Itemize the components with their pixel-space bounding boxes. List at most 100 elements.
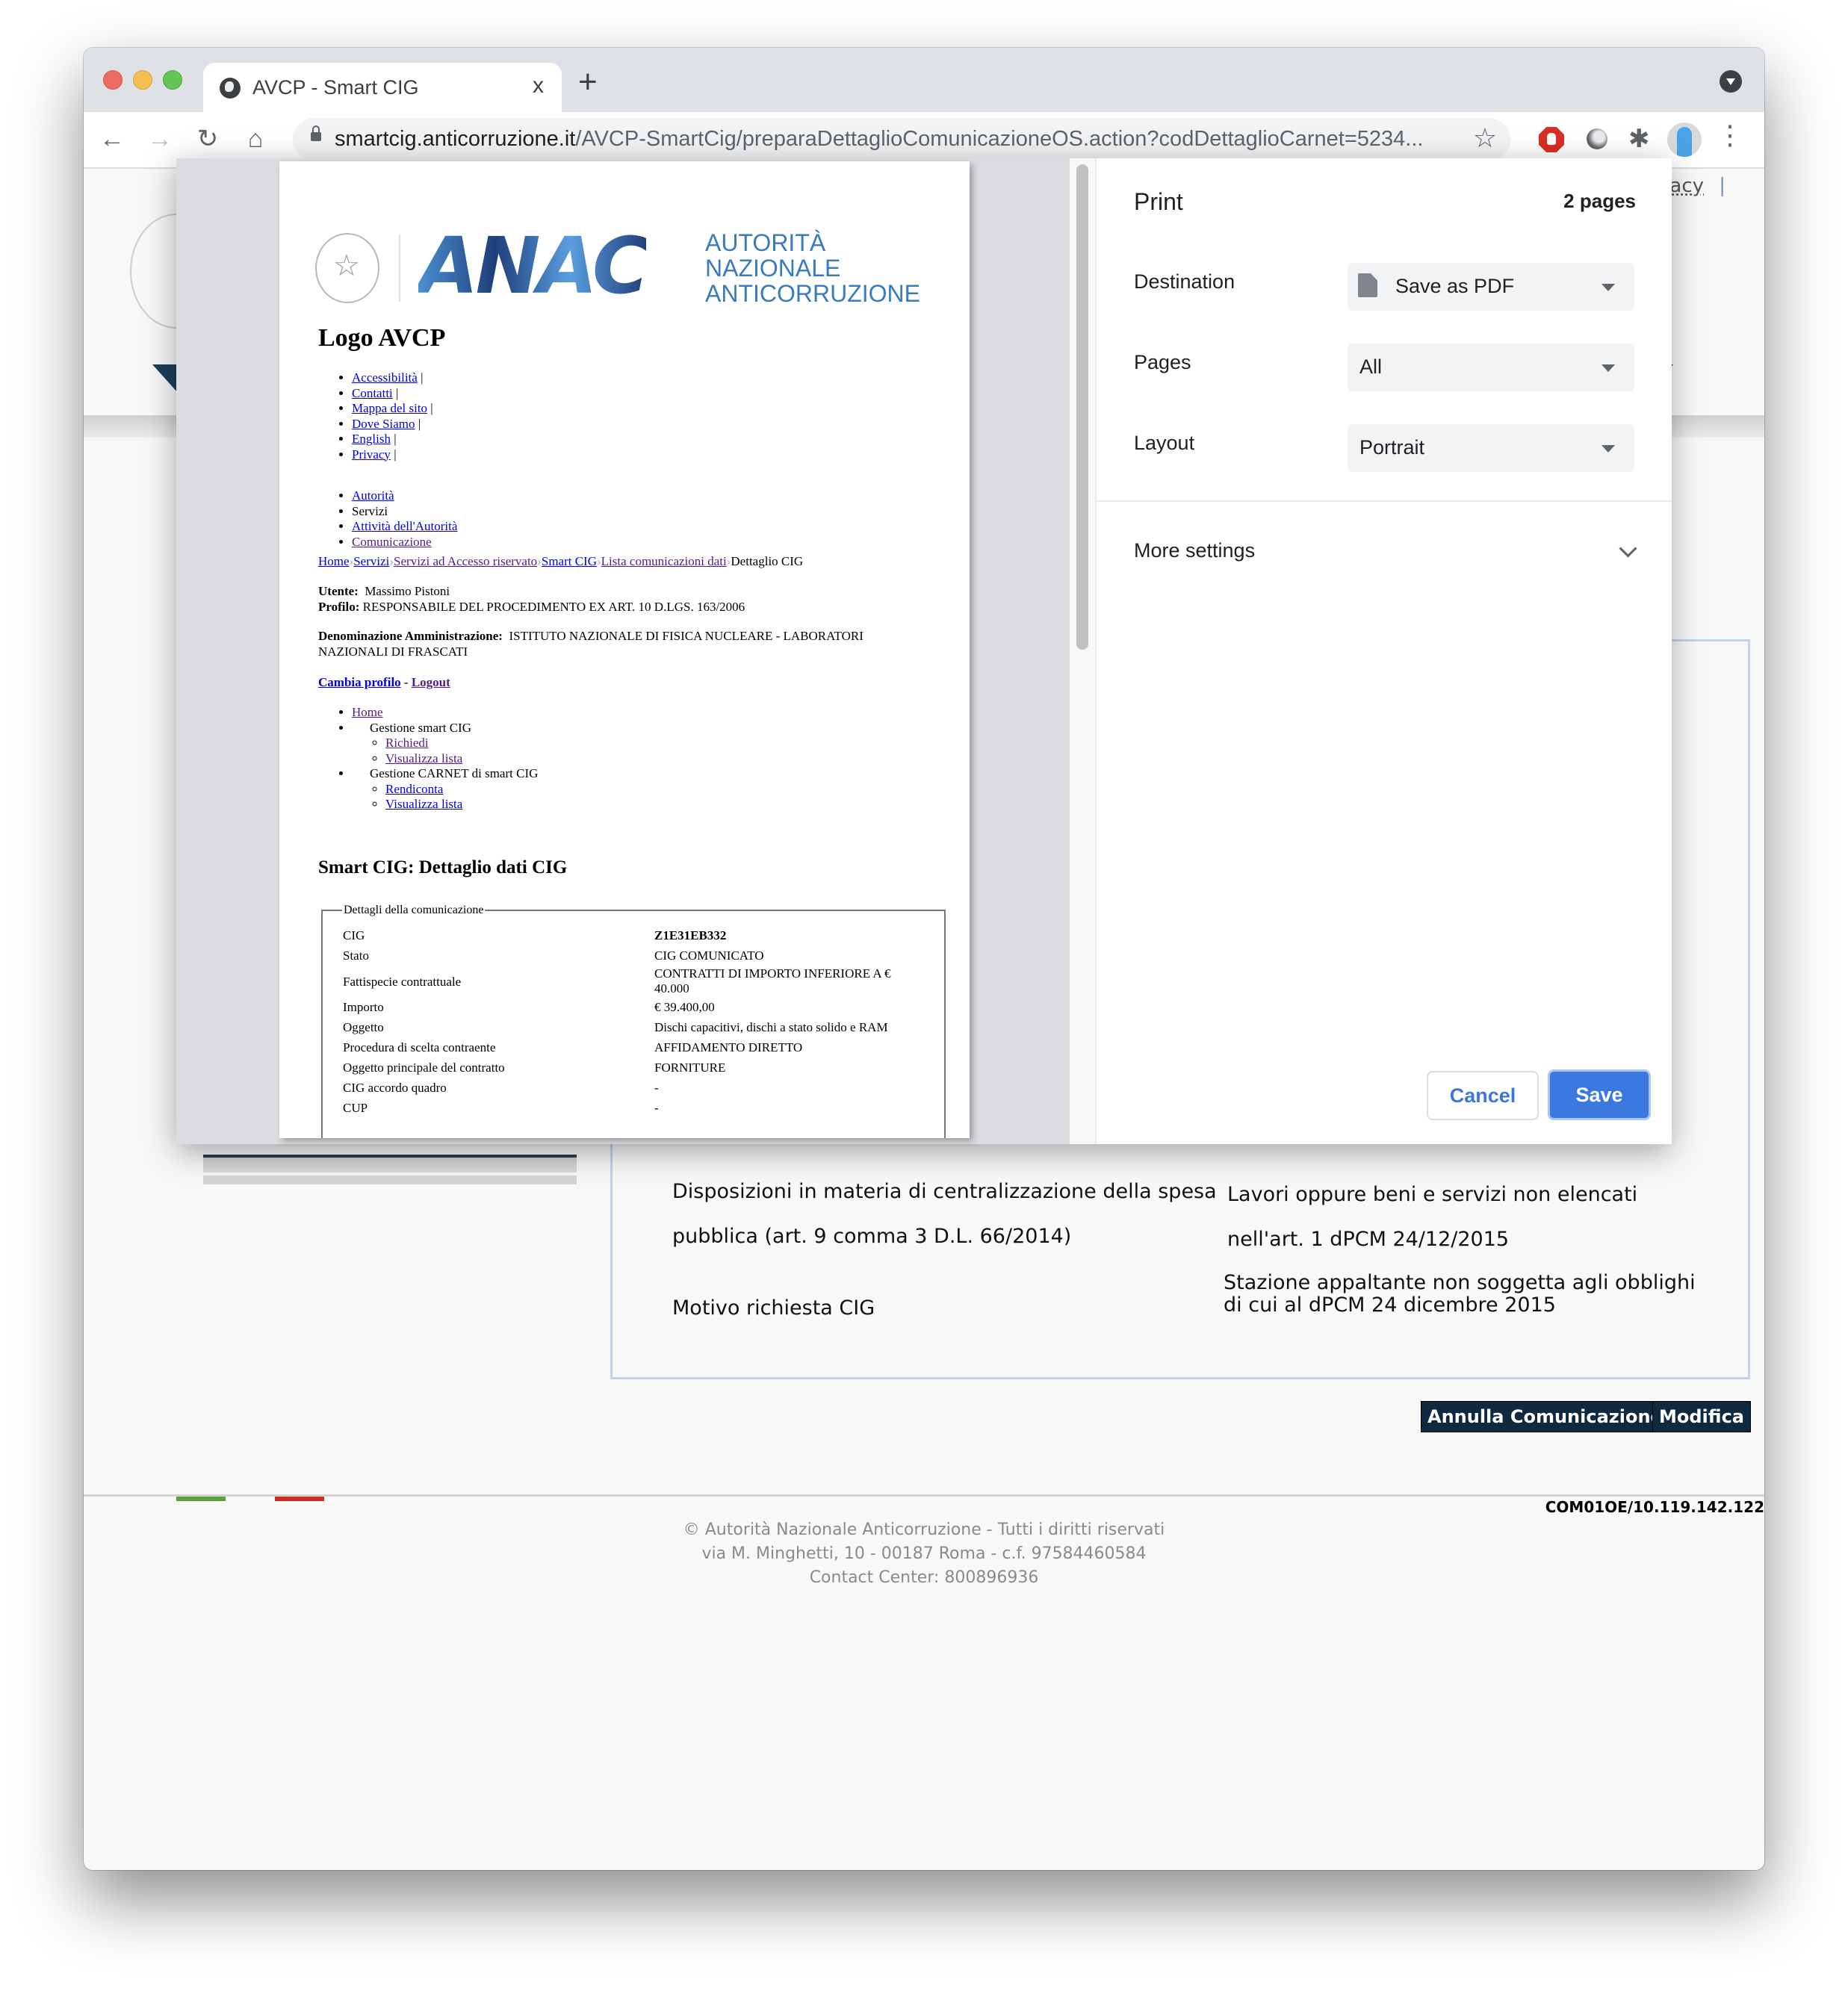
link-dove-siamo[interactable]: Dove Siamo xyxy=(352,417,415,431)
lock-icon[interactable] xyxy=(311,125,321,141)
preview-scrollbar[interactable] xyxy=(1070,158,1095,1144)
home-icon[interactable]: ⌂ xyxy=(239,122,272,155)
row-value-motivo: Stazione appaltante non soggetta agli ob… xyxy=(1224,1272,1696,1317)
profile-value: RESPONSABILE DEL PROCEDIMENTO EX ART. 10… xyxy=(362,599,745,614)
tab-search-icon[interactable] xyxy=(1720,70,1742,93)
breadcrumb-servizi[interactable]: Servizi xyxy=(353,554,389,568)
footer-contact: Contact Center: 800896936 xyxy=(809,1568,1039,1587)
forward-icon[interactable]: → xyxy=(143,122,176,155)
adblock-extension-icon[interactable] xyxy=(1539,127,1564,152)
tab-title: AVCP - Smart CIG xyxy=(252,76,419,99)
extension-circle-icon[interactable] xyxy=(1587,128,1607,149)
menu-home[interactable]: Home xyxy=(352,705,383,719)
top-link-item: Contatti | xyxy=(352,386,433,402)
cambia-profilo-link[interactable]: Cambia profilo xyxy=(318,675,401,689)
table-row: CIG accordo quadro - xyxy=(342,1078,925,1098)
breadcrumb-smart-cig[interactable]: Smart CIG xyxy=(542,554,597,568)
tab-strip: AVCP - Smart CIG x + xyxy=(84,48,1764,112)
label-line: pubblica (art. 9 comma 3 D.L. 66/2014) xyxy=(672,1225,1072,1248)
layout-select[interactable]: Portrait xyxy=(1348,424,1634,472)
top-link-item: Accessibilità | xyxy=(352,370,433,386)
new-tab-button[interactable]: + xyxy=(578,66,598,99)
print-settings-panel: Print 2 pages Destination Save as PDF Pa… xyxy=(1095,158,1672,1144)
breadcrumb: Home›Servizi›Servizi ad Accesso riservat… xyxy=(318,554,804,568)
label-line: Disposizioni in materia di centralizzazi… xyxy=(672,1180,1217,1203)
reload-icon[interactable]: ↻ xyxy=(191,122,224,155)
detail-label: Oggetto principale del contratto xyxy=(343,1060,505,1075)
value-line: nell'art. 1 dPCM 24/12/2015 xyxy=(1227,1228,1510,1251)
tab-close-icon[interactable]: x xyxy=(533,73,544,99)
side-menu-item: Visualizza lista xyxy=(385,797,538,813)
menu-visualizza-lista-carnet[interactable]: Visualizza lista xyxy=(385,797,462,811)
extensions-puzzle-icon[interactable]: ✱ xyxy=(1628,124,1650,154)
link-privacy[interactable]: Privacy xyxy=(352,447,391,462)
top-links-list: Accessibilità | Contatti | Mappa del sit… xyxy=(318,370,433,462)
separator: | xyxy=(421,370,424,385)
pages-value: All xyxy=(1359,355,1383,378)
table-row: CUP - xyxy=(342,1098,925,1118)
nav-comunicazione[interactable]: Comunicazione xyxy=(352,535,432,549)
detail-value: - xyxy=(654,1081,659,1095)
table-row: Fattispecie contrattuale CONTRATTI DI IMP… xyxy=(342,966,925,997)
save-button[interactable]: Save xyxy=(1548,1069,1651,1120)
pages-select[interactable]: All xyxy=(1348,344,1634,391)
link-english[interactable]: English xyxy=(352,432,391,446)
breadcrumb-lista[interactable]: Lista comunicazioni dati xyxy=(601,554,727,568)
url-text[interactable]: smartcig.anticorruzione.it/AVCP-SmartCig… xyxy=(335,127,1423,152)
link-contatti[interactable]: Contatti xyxy=(352,386,393,400)
logout-link[interactable]: Logout xyxy=(412,675,450,689)
table-row: Oggetto principale del contratto FORNITUR… xyxy=(342,1057,925,1078)
link-mappa-del-sito[interactable]: Mappa del sito xyxy=(352,401,427,415)
admin-info: Denominazione Amministrazione: ISTITUTO … xyxy=(318,629,916,659)
detail-value: Z1E31EB332 xyxy=(654,928,727,942)
breadcrumb-accesso-riservato[interactable]: Servizi ad Accesso riservato xyxy=(394,554,537,568)
side-menu-item: Rendiconta xyxy=(385,782,538,798)
top-link-item: Mappa del sito | xyxy=(352,401,433,417)
menu-richiedi[interactable]: Richiedi xyxy=(385,736,429,750)
table-row: Importo € 39.400,00 xyxy=(342,997,925,1017)
fieldset-legend: Dettagli della comunicazione xyxy=(344,904,484,916)
details-table: CIG Z1E31EB332 Stato CIG COMUNICATO Fattis… xyxy=(342,925,925,1118)
link-accessibilita[interactable]: Accessibilità xyxy=(352,370,418,385)
cancel-button[interactable]: Cancel xyxy=(1427,1071,1539,1120)
separator: | xyxy=(430,401,433,415)
footer-divider xyxy=(84,1494,1764,1497)
table-row: Oggetto Dischi capacitivi, dischi a stato… xyxy=(342,1017,925,1037)
browser-menu-icon[interactable]: ⋮ xyxy=(1717,119,1743,151)
chevron-down-icon xyxy=(1619,539,1637,558)
detail-value: Dischi capacitivi, dischi a stato solido… xyxy=(654,1020,888,1034)
nav-attivita[interactable]: Attività dell'Autorità xyxy=(352,519,457,533)
nav-autorita[interactable]: Autorità xyxy=(352,488,394,503)
main-nav-item: Autorità xyxy=(352,488,457,504)
page-count: 2 pages xyxy=(1563,190,1636,212)
profile-avatar[interactable] xyxy=(1667,122,1702,157)
detail-label: Fattispecie contrattuale xyxy=(343,974,462,989)
scrollbar-thumb[interactable] xyxy=(1076,164,1088,650)
main-nav-item: Comunicazione xyxy=(352,535,457,550)
maximize-window-button[interactable] xyxy=(163,70,182,90)
bookmark-star-icon[interactable]: ☆ xyxy=(1473,122,1497,154)
logo-divider xyxy=(399,234,400,302)
menu-rendiconta[interactable]: Rendiconta xyxy=(385,782,443,796)
side-menu-item: Richiedi xyxy=(385,736,538,751)
detail-label: CUP xyxy=(343,1101,368,1115)
menu-visualizza-lista[interactable]: Visualizza lista xyxy=(385,751,462,765)
address-bar[interactable]: smartcig.anticorruzione.it/AVCP-SmartCig… xyxy=(293,118,1510,161)
layout-label: Layout xyxy=(1134,432,1195,454)
breadcrumb-home[interactable]: Home xyxy=(318,554,350,568)
logo-text-line: NAZIONALE xyxy=(705,255,841,282)
minimize-window-button[interactable] xyxy=(133,70,152,90)
modifica-button[interactable]: Modifica xyxy=(1652,1401,1751,1432)
back-icon[interactable]: ← xyxy=(96,122,128,155)
annulla-comunicazione-button[interactable]: Annulla Comunicazione xyxy=(1421,1401,1669,1432)
close-window-button[interactable] xyxy=(103,70,123,90)
profile-actions: Cambia profilo - Logout xyxy=(318,675,450,690)
footer-copyright: © Autorità Nazionale Anticorruzione - Tu… xyxy=(683,1521,1165,1539)
row-label-centralizzazione: Disposizioni in materia di centralizzazi… xyxy=(672,1179,1217,1249)
tab-avcp-smart-cig[interactable]: AVCP - Smart CIG x xyxy=(203,63,562,112)
table-row: Stato CIG COMUNICATO xyxy=(342,945,925,966)
print-dialog: ☆ ANAC AUTORITÀ NAZIONALE ANTICORRUZIONE… xyxy=(176,158,1672,1144)
more-settings-toggle[interactable]: More settings xyxy=(1097,524,1672,577)
destination-select[interactable]: Save as PDF xyxy=(1348,263,1634,311)
detail-label: CIG xyxy=(343,928,365,942)
